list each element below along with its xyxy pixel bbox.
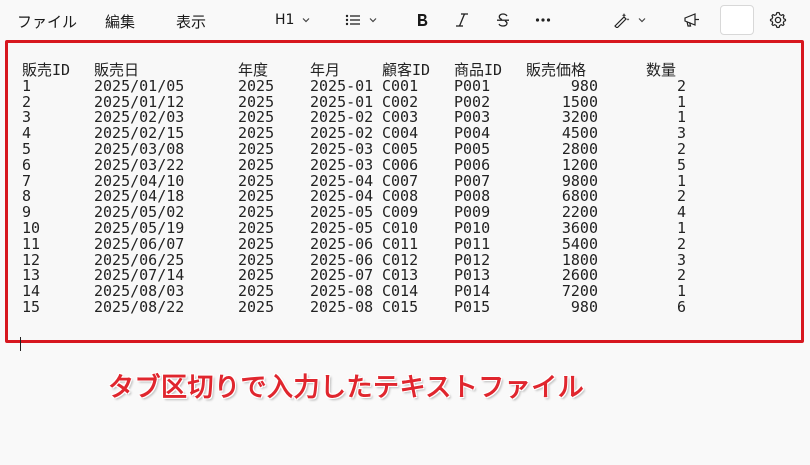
- announce-button[interactable]: [683, 8, 701, 32]
- gear-icon: [769, 11, 787, 29]
- cell-year-month: 2025-08: [310, 297, 374, 316]
- strikethrough-button[interactable]: [496, 8, 510, 32]
- text-editor-area[interactable]: 販売ID 販売日 年度 年月 顧客ID 商品ID 販売価格 数量 1 2025/0…: [5, 40, 804, 343]
- list-dropdown[interactable]: [345, 8, 377, 32]
- settings-button[interactable]: [769, 8, 787, 32]
- italic-icon: [456, 13, 468, 27]
- toolbar: ファイル 編集 表示 H1: [0, 0, 810, 40]
- cell-year: 2025: [238, 297, 275, 316]
- rewrite-icon: [614, 13, 630, 28]
- menu-edit[interactable]: 編集: [105, 11, 135, 32]
- cell-customer-id: C015: [382, 297, 419, 316]
- bold-icon: [418, 14, 428, 26]
- cell-sales-price: 980: [570, 297, 598, 316]
- list-icon: [345, 14, 360, 26]
- color-swatch[interactable]: [720, 5, 754, 35]
- more-button[interactable]: [535, 8, 551, 32]
- bold-button[interactable]: [415, 8, 429, 32]
- chevron-down-icon: [369, 18, 377, 23]
- menu-file[interactable]: ファイル: [17, 11, 77, 32]
- cell-quantity: 6: [676, 297, 686, 316]
- strikethrough-icon: [497, 13, 509, 27]
- megaphone-icon: [684, 13, 699, 27]
- heading-dropdown[interactable]: H1: [275, 8, 310, 32]
- cell-sales-date: 2025/08/22: [94, 297, 185, 316]
- cell-sales-id: 15: [22, 297, 41, 316]
- header-quantity: 数量: [646, 61, 677, 79]
- heading-label: H1: [275, 12, 295, 28]
- cell-product-id: P015: [454, 297, 491, 316]
- chevron-down-icon: [638, 18, 646, 23]
- italic-button[interactable]: [455, 8, 469, 32]
- menu-view[interactable]: 表示: [176, 11, 206, 32]
- caption-annotation: タブ区切りで入力したテキストファイル: [108, 373, 585, 403]
- more-icon: [535, 18, 551, 22]
- chevron-down-icon: [303, 18, 310, 23]
- rewrite-dropdown[interactable]: [612, 8, 646, 32]
- text-cursor: [20, 337, 21, 351]
